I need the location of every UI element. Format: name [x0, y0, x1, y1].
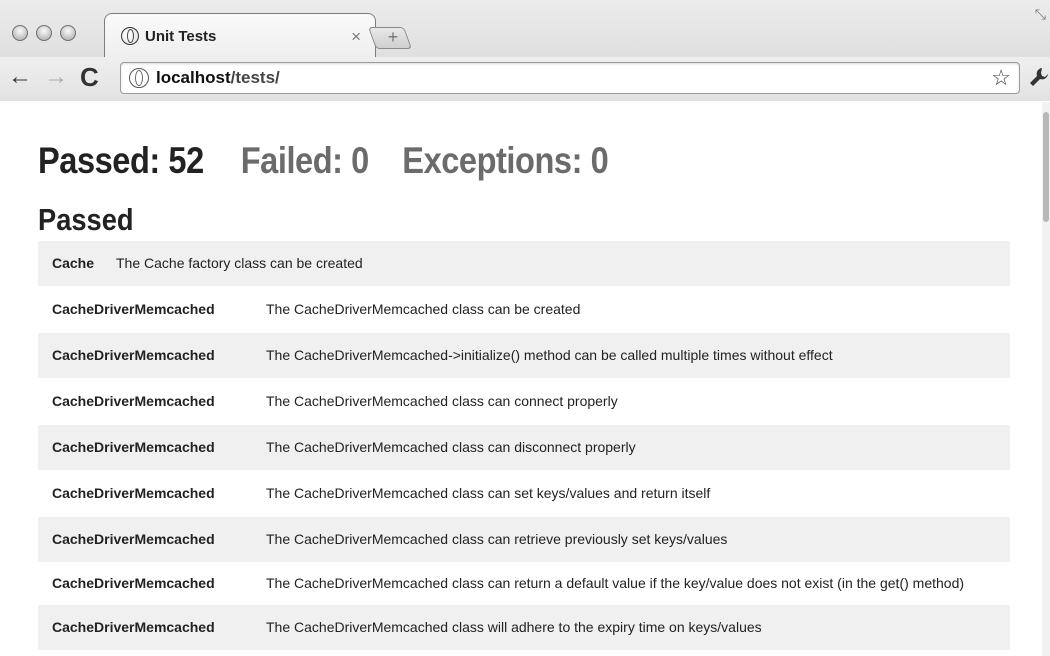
test-description: The CacheDriverMemcached class can retur…	[266, 575, 965, 591]
reload-icon[interactable]: C	[80, 63, 99, 91]
plus-icon[interactable]: +	[382, 27, 404, 49]
test-row: CacheDriverMemcached The CacheDriverMemca…	[38, 605, 1010, 651]
window-controls	[12, 25, 76, 41]
wrench-icon[interactable]	[1028, 66, 1050, 92]
section-heading-passed: Passed	[38, 202, 134, 237]
globe-icon	[121, 27, 139, 45]
test-row: CacheDriverMemcached The CacheDriverMemca…	[38, 425, 1010, 471]
browser-chrome: Unit Tests × + ⤡ ← → C localhost/tests/ …	[0, 0, 1050, 101]
test-row: CacheDriverMemcached The CacheDriverMemca…	[38, 517, 1010, 563]
test-class-name: CacheDriverMemcached	[52, 575, 215, 591]
close-window-button[interactable]	[12, 25, 28, 41]
fullscreen-icon[interactable]: ⤡	[1035, 6, 1046, 23]
back-arrow-icon[interactable]: ←	[8, 63, 32, 91]
test-description: The CacheDriverMemcached class can retri…	[266, 531, 728, 547]
passed-tests-list: Cache The Cache factory class can be crea…	[38, 241, 1010, 651]
url-text[interactable]: localhost/tests/	[156, 68, 991, 88]
url-path: /tests/	[230, 68, 280, 87]
test-row: CacheDriverMemcached The CacheDriverMemca…	[38, 333, 1010, 379]
forward-arrow-icon[interactable]: →	[44, 63, 68, 91]
tab-title: Unit Tests	[145, 27, 217, 45]
bookmark-star-icon[interactable]: ☆	[991, 67, 1011, 89]
test-description: The CacheDriverMemcached class can conne…	[266, 393, 618, 409]
test-summary: Passed: 52 Failed: 0 Exceptions: 0	[38, 140, 609, 182]
url-host: localhost	[156, 68, 231, 87]
test-description: The CacheDriverMemcached->initialize() m…	[266, 347, 833, 363]
test-class-name: CacheDriverMemcached	[52, 485, 215, 501]
test-row: CacheDriverMemcached The CacheDriverMemca…	[38, 287, 1010, 333]
test-description: The CacheDriverMemcached class can disco…	[266, 439, 636, 455]
passed-count: Passed: 52	[38, 140, 204, 181]
test-class-name: CacheDriverMemcached	[52, 531, 215, 547]
minimize-window-button[interactable]	[36, 25, 52, 41]
navigation-toolbar: ← → C localhost/tests/ ☆	[0, 57, 1050, 101]
failed-count: Failed: 0	[240, 140, 370, 181]
scrollbar-thumb[interactable]	[1043, 112, 1049, 222]
test-class-name: Cache	[52, 255, 95, 271]
test-row: CacheDriverMemcached The CacheDriverMemca…	[38, 471, 1010, 517]
vertical-scrollbar[interactable]	[1042, 102, 1050, 656]
test-row: Cache The Cache factory class can be crea…	[38, 241, 1010, 287]
tab-strip: Unit Tests × + ⤡	[0, 0, 1050, 57]
test-row: CacheDriverMemcached The CacheDriverMemca…	[38, 379, 1010, 425]
test-description: The CacheDriverMemcached class can be cr…	[266, 301, 581, 317]
test-class-name: CacheDriverMemcached	[52, 619, 215, 635]
address-bar[interactable]: localhost/tests/ ☆	[120, 62, 1020, 94]
test-row: CacheDriverMemcached The CacheDriverMemca…	[38, 563, 1010, 605]
test-class-name: CacheDriverMemcached	[52, 393, 215, 409]
test-description: The CacheDriverMemcached class can set k…	[266, 485, 711, 501]
test-class-name: CacheDriverMemcached	[52, 439, 215, 455]
globe-icon	[129, 68, 149, 88]
zoom-window-button[interactable]	[60, 25, 76, 41]
test-class-name: CacheDriverMemcached	[52, 301, 215, 317]
exceptions-count: Exceptions: 0	[402, 140, 609, 181]
test-class-name: CacheDriverMemcached	[52, 347, 215, 363]
page-content: Passed: 52 Failed: 0 Exceptions: 0 Passe…	[0, 102, 1042, 656]
test-description: The Cache factory class can be created	[116, 255, 363, 271]
tab-unit-tests[interactable]: Unit Tests ×	[104, 13, 376, 57]
close-tab-icon[interactable]: ×	[351, 27, 361, 46]
test-description: The CacheDriverMemcached class will adhe…	[266, 619, 762, 635]
